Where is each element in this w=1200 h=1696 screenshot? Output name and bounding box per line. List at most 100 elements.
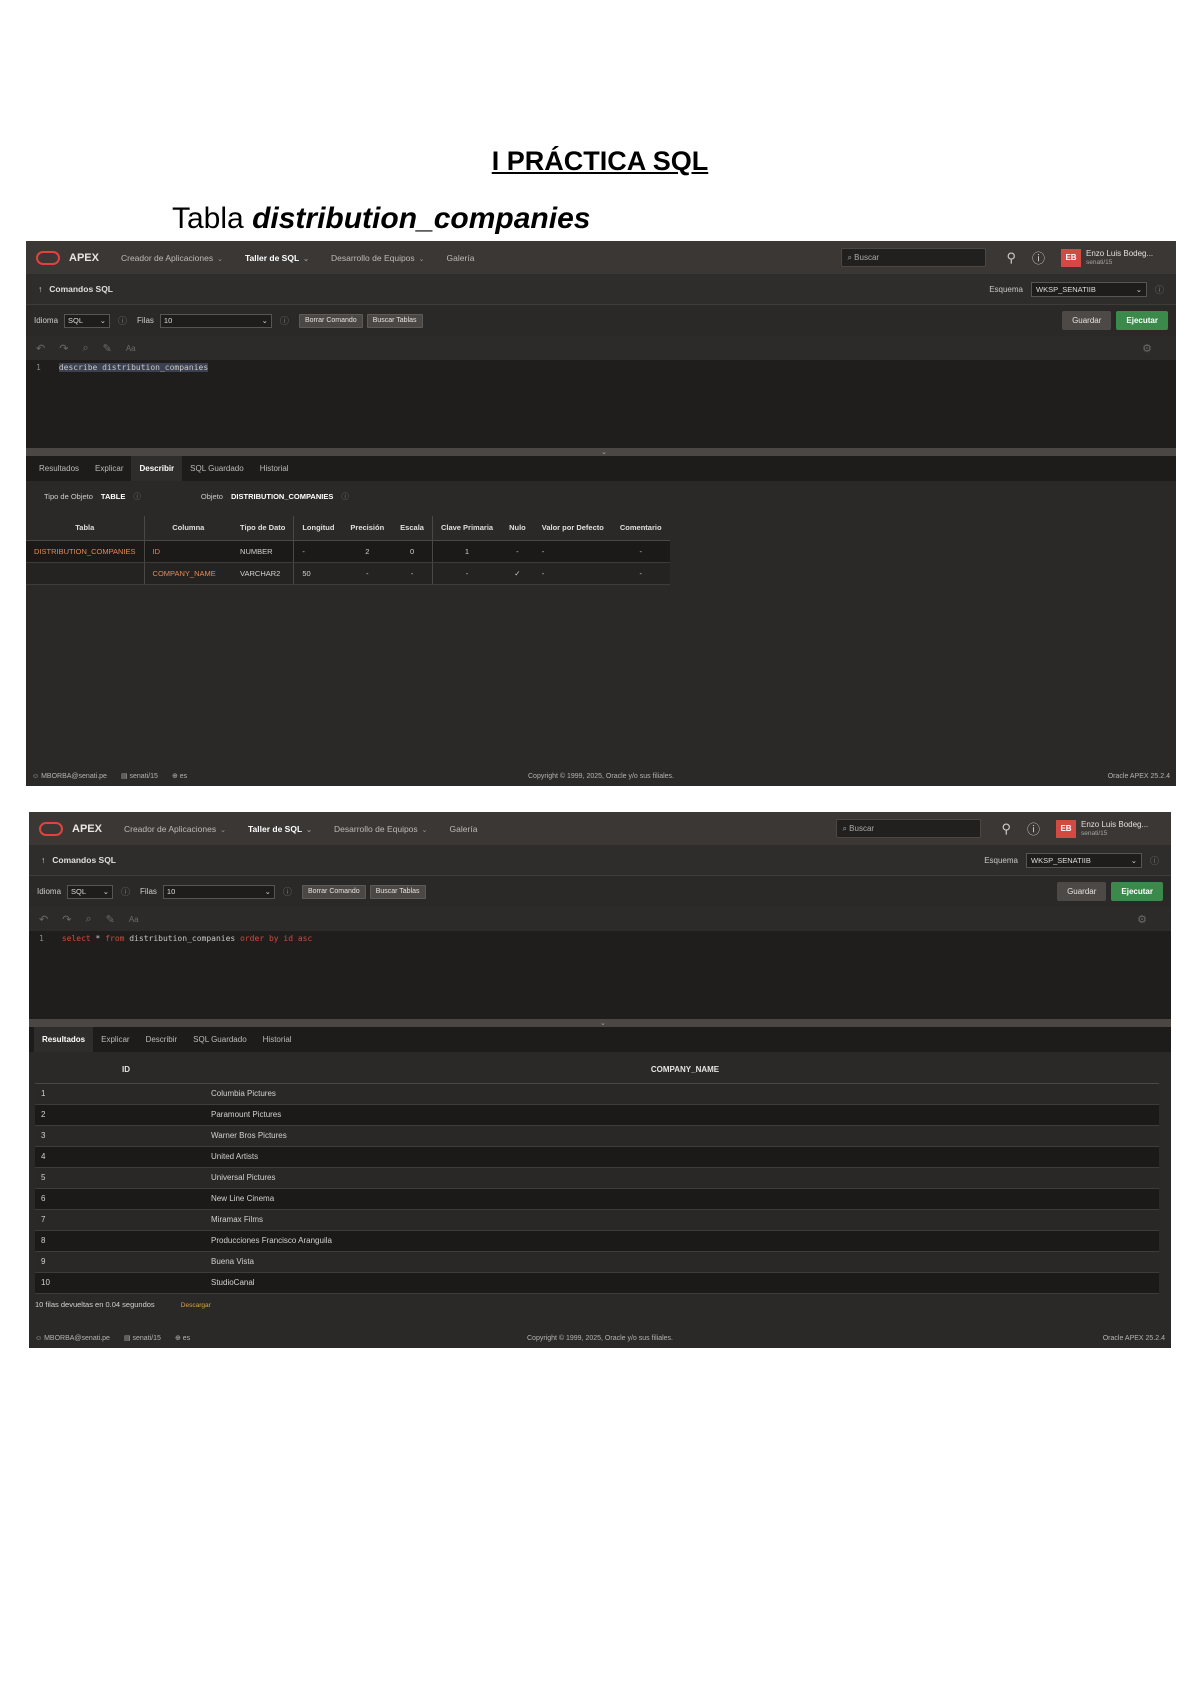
column-header-company-name[interactable]: COMPANY_NAME	[211, 1057, 1159, 1084]
nav-gallery[interactable]: Galería	[450, 824, 478, 834]
undo-icon[interactable]: ↶	[36, 342, 45, 355]
footer-db[interactable]: ▤ senati/15	[124, 1334, 161, 1342]
find-icon[interactable]: ⌕	[82, 342, 88, 355]
tab-results[interactable]: Resultados	[31, 456, 87, 481]
results-summary: 10 filas devueltas en 0.04 segundos Desc…	[35, 1300, 211, 1309]
language-select[interactable]: SQL ⌄	[67, 884, 114, 899]
column-name-link[interactable]: ID	[143, 540, 233, 563]
nav-app-builder[interactable]: Creador de Aplicaciones ⌄	[124, 824, 226, 834]
apex-topbar: APEX Creador de Aplicaciones ⌄ Taller de …	[26, 241, 1176, 274]
search-input[interactable]: ⌕ Buscar	[841, 248, 987, 267]
redo-icon[interactable]: ↷	[59, 342, 68, 355]
find-tables-button[interactable]: Buscar Tablas	[366, 313, 423, 328]
subtitle-table-name: distribution_companies	[252, 202, 591, 235]
tab-results[interactable]: Resultados	[34, 1027, 94, 1052]
tab-describe[interactable]: Describir	[131, 456, 183, 481]
help-icon[interactable]: ⓘ	[1032, 248, 1045, 267]
avatar[interactable]: EB	[1056, 819, 1076, 838]
language-select[interactable]: SQL ⌄	[64, 313, 111, 328]
tab-saved-sql[interactable]: SQL Guardado	[185, 1027, 255, 1052]
oracle-logo-icon[interactable]	[36, 250, 60, 265]
schema-select[interactable]: WKSP_SENATIIB ⌄	[1030, 281, 1147, 297]
tab-history[interactable]: Historial	[255, 1027, 300, 1052]
run-button[interactable]: Ejecutar	[1111, 882, 1163, 901]
find-tables-button[interactable]: Buscar Tablas	[369, 884, 426, 899]
help-icon[interactable]: ⓘ	[121, 885, 130, 898]
format-icon[interactable]: ✎	[106, 913, 115, 926]
find-icon[interactable]: ⌕	[85, 913, 91, 926]
copyright: Copyright © 1999, 2025, Oracle y/o sus f…	[527, 772, 675, 780]
table-row: 1 Columbia Pictures	[35, 1083, 1159, 1105]
search-input[interactable]: ⌕ Buscar	[836, 819, 982, 838]
footer-user[interactable]: ☺ MBORBA@senati.pe	[35, 1335, 110, 1342]
splitter-handle[interactable]: ⌄	[29, 1019, 1171, 1027]
help-icon[interactable]: ⓘ	[1150, 854, 1159, 867]
tab-saved-sql[interactable]: SQL Guardado	[182, 456, 252, 481]
help-icon[interactable]: ⓘ	[341, 491, 349, 502]
footer-user[interactable]: ☺ MBORBA@senati.pe	[32, 773, 107, 780]
nav-gallery[interactable]: Galería	[447, 253, 475, 263]
assistant-icon[interactable]: ⚲	[1006, 250, 1016, 266]
rows-select[interactable]: 10 ⌄	[159, 313, 272, 328]
sql-editor[interactable]: 1 describe distribution_companies	[26, 360, 1176, 448]
nav-sql-workshop[interactable]: Taller de SQL ⌄	[245, 253, 309, 263]
footer-language[interactable]: ⊕ es	[172, 772, 187, 780]
settings-icon[interactable]: ⚙	[1142, 342, 1152, 355]
case-toggle[interactable]: Aa	[126, 344, 136, 353]
help-icon[interactable]: ⓘ	[280, 314, 289, 327]
settings-icon[interactable]: ⚙	[1137, 913, 1147, 926]
nav-sql-workshop[interactable]: Taller de SQL ⌄	[248, 824, 312, 834]
result-tabs: Resultados Explicar Describir SQL Guarda…	[26, 456, 1176, 481]
redo-icon[interactable]: ↷	[62, 913, 71, 926]
help-icon[interactable]: ⓘ	[283, 885, 292, 898]
nav-app-builder[interactable]: Creador de Aplicaciones ⌄	[121, 253, 223, 263]
tab-describe[interactable]: Describir	[138, 1027, 186, 1052]
column-header: Comentario	[611, 516, 670, 541]
help-icon[interactable]: ⓘ	[133, 491, 141, 502]
globe-icon: ⊕	[171, 773, 180, 780]
tab-history[interactable]: Historial	[252, 456, 297, 481]
database-icon: ▤	[120, 773, 130, 780]
schema-select[interactable]: WKSP_SENATIIB ⌄	[1025, 852, 1142, 868]
clear-command-button[interactable]: Borrar Comando	[298, 313, 363, 328]
up-arrow-icon: ↑	[41, 855, 46, 865]
column-header: Escala	[392, 516, 433, 541]
help-icon[interactable]: ⓘ	[118, 314, 127, 327]
tab-explain[interactable]: Explicar	[93, 1027, 137, 1052]
tab-explain[interactable]: Explicar	[87, 456, 131, 481]
column-header: Tipo de Dato	[232, 516, 294, 541]
format-icon[interactable]: ✎	[103, 342, 112, 355]
footer-language[interactable]: ⊕ es	[175, 1334, 190, 1342]
run-button[interactable]: Ejecutar	[1116, 311, 1168, 330]
splitter-handle[interactable]: ⌄	[26, 448, 1176, 456]
assistant-icon[interactable]: ⚲	[1001, 821, 1011, 837]
save-button[interactable]: Guardar	[1062, 311, 1112, 330]
save-button[interactable]: Guardar	[1057, 882, 1107, 901]
footer-db[interactable]: ▤ senati/15	[121, 772, 158, 780]
user-menu[interactable]: Enzo Luis Bodeg... senati/15	[1086, 249, 1166, 267]
case-toggle[interactable]: Aa	[129, 915, 139, 924]
clear-command-button[interactable]: Borrar Comando	[301, 884, 366, 899]
table-row: COMPANY_NAME VARCHAR2 50 - - - ✓ - -	[26, 562, 670, 585]
apex-brand[interactable]: APEX	[69, 252, 99, 264]
sql-toolbar: Idioma SQL ⌄ ⓘ Filas 10 ⌄ ⓘ Borrar Comando…	[26, 305, 1176, 336]
table-name-link[interactable]: DISTRIBUTION_COMPANIES	[26, 540, 145, 563]
user-menu[interactable]: Enzo Luis Bodeg... senati/15	[1081, 820, 1161, 838]
rows-select[interactable]: 10 ⌄	[162, 884, 275, 899]
undo-icon[interactable]: ↶	[39, 913, 48, 926]
sql-query: describe distribution_companies	[58, 363, 209, 372]
column-name-link[interactable]: COMPANY_NAME	[143, 562, 233, 585]
oracle-logo-icon[interactable]	[39, 821, 63, 836]
help-icon[interactable]: ⓘ	[1155, 283, 1164, 296]
nav-team-dev[interactable]: Desarrollo de Equipos ⌄	[331, 253, 425, 263]
table-row: 8 Producciones Francisco Aranguila	[35, 1230, 1159, 1252]
apex-brand[interactable]: APEX	[72, 823, 102, 835]
page-title[interactable]: ↑ Comandos SQL	[38, 284, 113, 294]
nav-team-dev[interactable]: Desarrollo de Equipos ⌄	[334, 824, 428, 834]
sql-editor[interactable]: 1 select * from distribution_companies or…	[29, 931, 1171, 1019]
help-icon[interactable]: ⓘ	[1027, 819, 1040, 838]
avatar[interactable]: EB	[1061, 248, 1081, 267]
download-link[interactable]: Descargar	[181, 1302, 211, 1309]
page-title[interactable]: ↑ Comandos SQL	[41, 855, 116, 865]
column-header-id[interactable]: ID	[35, 1057, 211, 1084]
